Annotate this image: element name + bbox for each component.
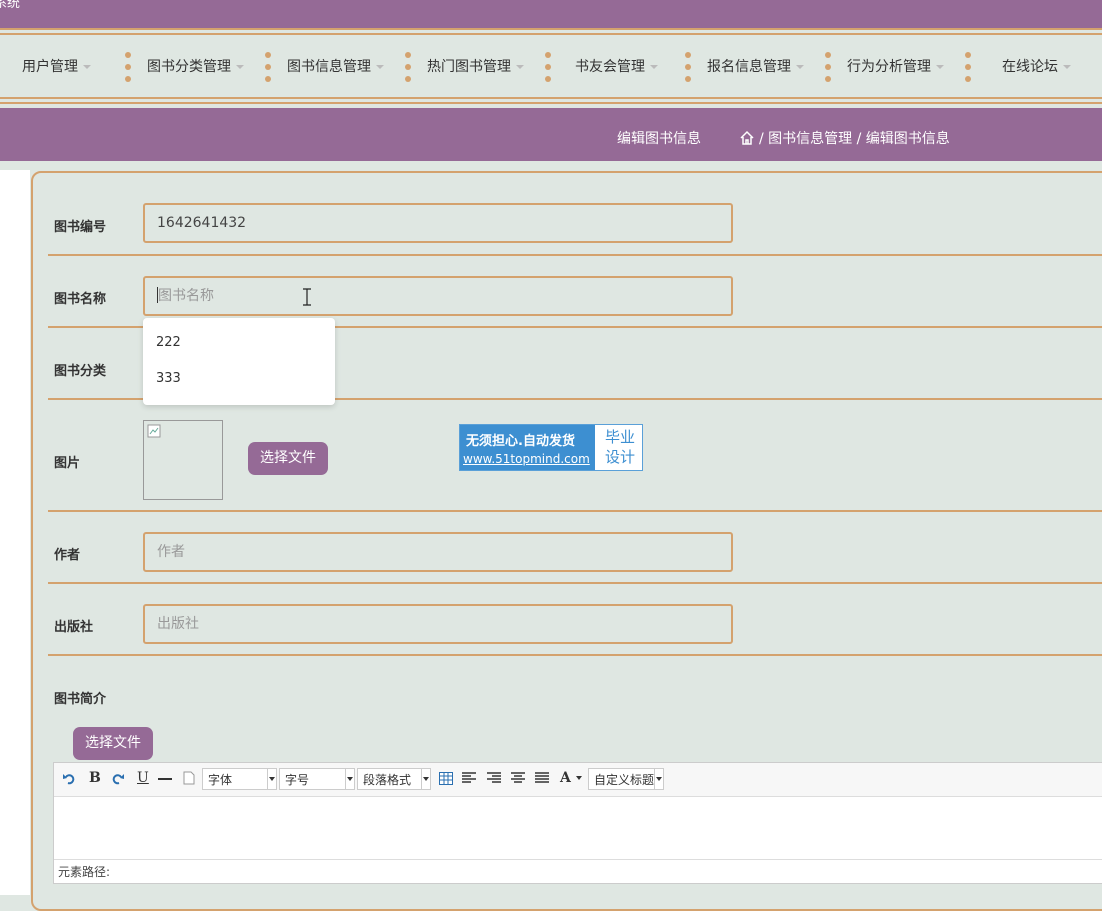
nav-separator (405, 52, 411, 82)
custom-heading-select[interactable]: 自定义标题 (588, 768, 664, 790)
align-justify-icon[interactable] (535, 772, 549, 784)
breadcrumb-separator: / (856, 131, 862, 147)
nav-separator (685, 52, 691, 82)
nav-item-signup[interactable]: 报名信息管理 (707, 36, 804, 98)
chevron-down-icon (654, 769, 663, 789)
document-icon[interactable] (183, 771, 195, 785)
publisher-placeholder: 出版社 (157, 616, 199, 632)
breadcrumb-level2: 编辑图书信息 (865, 131, 950, 147)
nav-separator (825, 52, 831, 82)
rich-text-editor: B U 字体 字号 段落格式 A 自定义标题 元素路径: (53, 762, 1102, 884)
bold-button[interactable]: B (89, 770, 101, 786)
nav-separator (545, 52, 551, 82)
promo-text: 无须担心.自动发货 (466, 434, 575, 449)
horizontal-rule-icon[interactable] (158, 778, 172, 780)
breadcrumb-separator: / (759, 131, 764, 147)
promo-left: 无须担心.自动发货 www.51topmind.com (460, 425, 595, 470)
divider (0, 97, 1102, 99)
book-name-field[interactable]: 图书名称 (143, 276, 733, 316)
image-preview (143, 420, 223, 500)
sidebar-edge (0, 170, 30, 895)
autocomplete-dropdown: 222 333 (143, 318, 335, 405)
font-color-button[interactable]: A (560, 770, 571, 786)
promo-link[interactable]: www.51topmind.com (463, 452, 590, 466)
publisher-label: 出版社 (54, 620, 94, 635)
breadcrumb-level1[interactable]: 图书信息管理 (768, 131, 852, 147)
redo-icon[interactable] (111, 772, 124, 785)
author-field[interactable]: 作者 (143, 532, 733, 572)
divider (48, 582, 1102, 584)
chevron-down-icon (516, 65, 524, 69)
category-label: 图书分类 (54, 364, 107, 379)
chevron-down-icon (267, 769, 276, 789)
nav-item-forum[interactable]: 在线论坛 (1002, 36, 1071, 98)
page-title: 编辑图书信息 (617, 131, 701, 147)
chevron-down-icon (376, 65, 384, 69)
book-name-placeholder: 图书名称 (158, 288, 214, 304)
author-placeholder: 作者 (157, 544, 185, 560)
chevron-down-icon (936, 65, 944, 69)
chevron-down-icon (236, 65, 244, 69)
chevron-down-icon (650, 65, 658, 69)
choose-image-button[interactable]: 选择文件 (248, 442, 328, 475)
autocomplete-option[interactable]: 222 (156, 335, 181, 350)
page-header: 编辑图书信息 / 图书信息管理 / 编辑图书信息 (0, 108, 1102, 161)
divider (0, 102, 1102, 104)
home-icon[interactable] (739, 130, 755, 146)
paragraph-format-select[interactable]: 段落格式 (357, 768, 431, 790)
editor-toolbar: B U 字体 字号 段落格式 A 自定义标题 (54, 763, 1102, 797)
table-icon[interactable] (439, 772, 453, 785)
i-beam-cursor-icon (303, 288, 311, 306)
breadcrumb: / 图书信息管理 / 编辑图书信息 (739, 108, 950, 170)
divider (48, 254, 1102, 256)
promo-banner[interactable]: 无须担心.自动发货 www.51topmind.com 毕业 设计 (459, 424, 643, 471)
underline-button[interactable]: U (137, 770, 149, 786)
nav-item-category[interactable]: 图书分类管理 (147, 36, 244, 98)
chevron-down-icon (345, 769, 354, 789)
align-left-icon[interactable] (462, 772, 476, 784)
nav-item-analysis[interactable]: 行为分析管理 (847, 36, 944, 98)
nav-item-hot-books[interactable]: 热门图书管理 (427, 36, 524, 98)
nav-separator (965, 52, 971, 82)
nav-separator (265, 52, 271, 82)
chevron-down-icon (796, 65, 804, 69)
chevron-down-icon[interactable] (576, 776, 582, 780)
broken-image-icon (147, 424, 161, 438)
font-size-select[interactable]: 字号 (279, 768, 355, 790)
choose-file-button[interactable]: 选择文件 (73, 727, 153, 760)
main-nav: 用户管理 图书分类管理 图书信息管理 热门图书管理 书友会管理 报名信息管理 行… (0, 36, 1102, 98)
divider (0, 28, 1102, 30)
top-bar: 系统 (0, 0, 1102, 28)
book-name-label: 图书名称 (54, 292, 107, 307)
book-no-label: 图书编号 (54, 220, 107, 235)
book-no-field[interactable]: 1642641432 (143, 203, 733, 243)
app-title: 系统 (0, 0, 21, 11)
chevron-down-icon (83, 65, 91, 69)
element-path: 元素路径: (54, 859, 1102, 883)
intro-label: 图书简介 (54, 692, 107, 707)
nav-item-user[interactable]: 用户管理 (22, 36, 91, 98)
nav-item-book-info[interactable]: 图书信息管理 (287, 36, 384, 98)
align-right-icon[interactable] (487, 772, 501, 784)
divider (0, 33, 1102, 35)
author-label: 作者 (54, 548, 81, 563)
font-family-select[interactable]: 字体 (202, 768, 277, 790)
autocomplete-option[interactable]: 333 (156, 371, 181, 386)
image-label: 图片 (54, 456, 81, 471)
align-center-icon[interactable] (511, 772, 525, 784)
nav-separator (125, 52, 131, 82)
chevron-down-icon (421, 769, 430, 789)
chevron-down-icon (1063, 65, 1071, 69)
divider (48, 510, 1102, 512)
publisher-field[interactable]: 出版社 (143, 604, 733, 644)
nav-item-book-club[interactable]: 书友会管理 (575, 36, 658, 98)
promo-badge: 毕业 设计 (604, 428, 635, 466)
divider (48, 654, 1102, 656)
undo-icon[interactable] (63, 772, 76, 785)
